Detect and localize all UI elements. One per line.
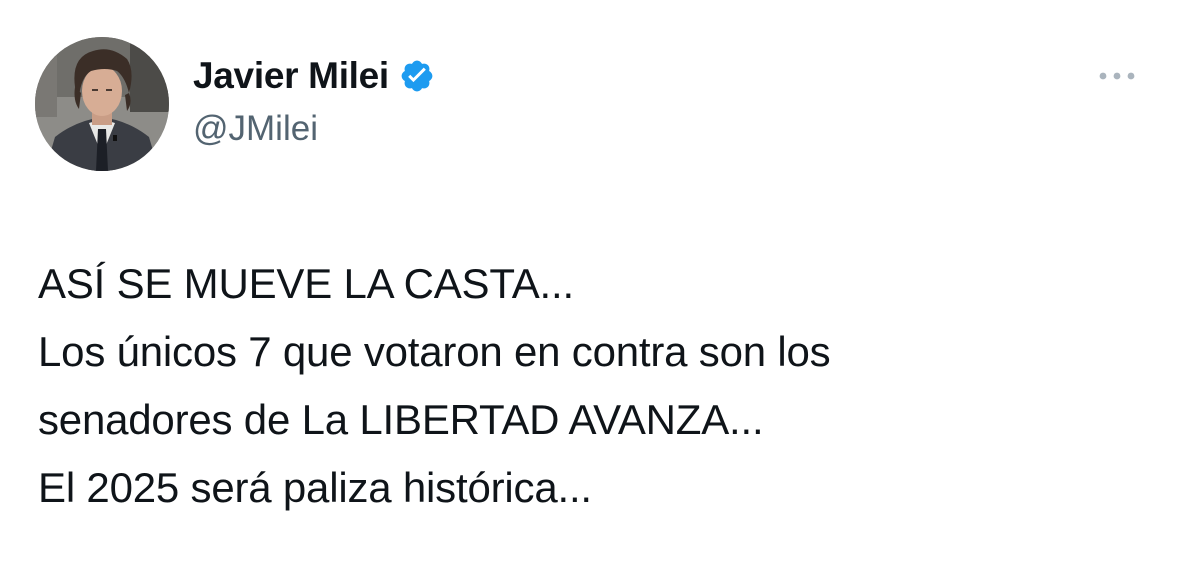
more-options-button[interactable] — [1088, 56, 1146, 96]
author-handle[interactable]: @JMilei — [193, 109, 318, 149]
author-display-name[interactable]: Javier Milei — [193, 55, 389, 97]
tweet-card: Javier Milei @JMilei ASÍ SE MUEVE LA CAS… — [0, 0, 1179, 577]
avatar[interactable] — [35, 37, 169, 171]
tweet-text: ASÍ SE MUEVE LA CASTA... Los únicos 7 qu… — [38, 250, 1148, 522]
verified-badge-icon — [399, 58, 435, 94]
more-horizontal-icon — [1099, 72, 1135, 80]
tweet-text-line: El 2025 será paliza histórica... — [38, 464, 592, 511]
tweet-text-line: ASÍ SE MUEVE LA CASTA... — [38, 260, 574, 307]
avatar-image — [35, 37, 169, 171]
tweet-text-line: senadores de La LIBERTAD AVANZA... — [38, 396, 764, 443]
tweet-text-line: Los únicos 7 que votaron en contra son l… — [38, 328, 831, 375]
author-name-row: Javier Milei — [193, 52, 435, 100]
